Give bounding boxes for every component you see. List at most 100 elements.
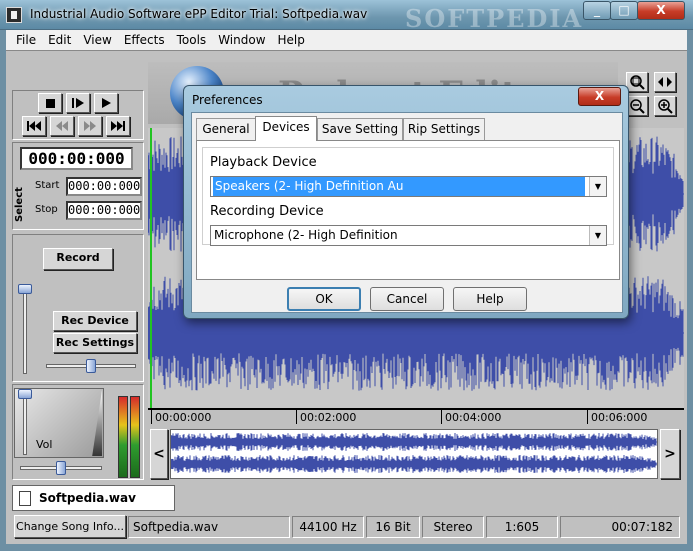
volume-slider-track xyxy=(23,393,27,455)
go-end-icon xyxy=(111,121,125,131)
status-bar: Change Song Info... Softpedia.wav 44100 … xyxy=(6,512,687,542)
status-duration: 00:07:182 xyxy=(560,516,680,538)
tab-save-setting[interactable]: Save Setting xyxy=(317,118,403,140)
zoom-fit-button[interactable] xyxy=(626,72,648,92)
go-start-icon xyxy=(27,121,41,131)
start-time-field[interactable]: 000:00:000 xyxy=(66,177,142,196)
play-button[interactable] xyxy=(94,93,118,113)
chevron-down-icon[interactable]: ▼ xyxy=(589,177,606,196)
menu-edit[interactable]: Edit xyxy=(42,33,77,47)
app-icon[interactable] xyxy=(6,7,22,23)
ruler-tick-label: 00:02:000 xyxy=(300,411,357,424)
tab-general[interactable]: General xyxy=(196,118,256,140)
tab-devices[interactable]: Devices xyxy=(255,116,317,141)
help-button[interactable]: Help xyxy=(453,287,527,311)
maximize-button[interactable]: □ xyxy=(610,1,638,20)
rewind-icon xyxy=(56,121,68,131)
zoom-in-button[interactable] xyxy=(654,96,676,116)
select-label: Select xyxy=(14,187,25,222)
file-tab-label: Softpedia.wav xyxy=(39,491,136,505)
go-end-button[interactable] xyxy=(106,116,130,136)
window-title: Industrial Audio Software ePP Editor Tri… xyxy=(30,7,368,21)
status-sample-rate: 44100 Hz xyxy=(292,516,364,538)
menu-tools[interactable]: Tools xyxy=(171,33,213,47)
menu-view[interactable]: View xyxy=(77,33,117,47)
recording-device-label: Recording Device xyxy=(210,204,324,219)
change-song-info-button[interactable]: Change Song Info... xyxy=(14,515,126,538)
overview-scroll-left-button[interactable]: < xyxy=(150,429,168,479)
ruler-line xyxy=(148,408,684,410)
file-tab[interactable]: Softpedia.wav xyxy=(12,485,175,511)
playback-device-value: Speakers (2- High Definition Au xyxy=(213,177,585,196)
ruler-tick xyxy=(296,410,297,424)
current-time-display: 000:00:000 xyxy=(20,147,133,170)
stop-time-field[interactable]: 000:00:000 xyxy=(66,201,142,220)
menu-window[interactable]: Window xyxy=(212,33,271,47)
rec-device-button[interactable]: Rec Device xyxy=(53,311,137,331)
ruler-tick-label: 00:00:000 xyxy=(155,411,212,424)
vol-label: Vol xyxy=(36,438,53,451)
time-ruler: 00:00:000 00:02:000 00:04:000 00:06:000 xyxy=(148,408,684,426)
vu-meter-left xyxy=(118,396,128,478)
rec-settings-button[interactable]: Rec Settings xyxy=(53,333,137,353)
stop-button[interactable] xyxy=(38,93,62,113)
status-ratio: 1:605 xyxy=(486,516,558,538)
play-pause-button[interactable] xyxy=(66,93,90,113)
playback-device-label: Playback Device xyxy=(210,155,317,170)
devices-tab-page: Playback Device Speakers (2- High Defini… xyxy=(196,140,620,280)
rewind-button[interactable] xyxy=(50,116,74,136)
volume-slider[interactable] xyxy=(18,389,32,399)
go-start-button[interactable] xyxy=(22,116,46,136)
preferences-dialog: Preferences X General Devices Save Setti… xyxy=(183,85,629,319)
menu-file[interactable]: File xyxy=(10,33,42,47)
ruler-tick xyxy=(587,410,588,424)
left-right-arrows-icon xyxy=(658,77,672,87)
tab-rip-settings[interactable]: Rip Settings xyxy=(403,118,485,140)
zoom-fit-icon xyxy=(630,75,645,90)
menu-bar: File Edit View Effects Tools Window Help xyxy=(6,30,687,50)
overview-waveform-panel[interactable] xyxy=(170,429,658,479)
fast-forward-button[interactable] xyxy=(78,116,102,136)
menu-effects[interactable]: Effects xyxy=(118,33,171,47)
dialog-body: General Devices Save Setting Rip Setting… xyxy=(191,112,623,313)
record-level-slider[interactable] xyxy=(18,284,32,294)
ok-button[interactable]: OK xyxy=(287,287,361,311)
playhead-cursor[interactable] xyxy=(150,128,152,408)
vu-meter-right xyxy=(130,396,140,478)
recording-device-value: Microphone (2- High Definition xyxy=(214,228,398,242)
play-pause-icon xyxy=(72,98,84,108)
ruler-tick-label: 00:06:000 xyxy=(591,411,648,424)
zoom-out-icon xyxy=(630,99,645,114)
playback-device-select[interactable]: Speakers (2- High Definition Au ▼ xyxy=(210,176,607,197)
cancel-button[interactable]: Cancel xyxy=(370,287,444,311)
ruler-tick xyxy=(441,410,442,424)
dialog-title: Preferences xyxy=(192,93,263,107)
stop-icon xyxy=(45,98,55,108)
menu-help[interactable]: Help xyxy=(272,33,311,47)
zoom-out-button[interactable] xyxy=(626,96,648,116)
chevron-down-icon[interactable]: ▼ xyxy=(589,226,606,245)
document-icon xyxy=(19,490,31,506)
recording-device-select[interactable]: Microphone (2- High Definition ▼ xyxy=(210,225,607,246)
dialog-close-button[interactable]: X xyxy=(578,87,621,106)
scroll-arrows-button[interactable] xyxy=(654,72,676,92)
status-bit-depth: 16 Bit xyxy=(366,516,420,538)
close-button[interactable]: X xyxy=(637,1,685,20)
minimize-button[interactable]: _ xyxy=(583,1,611,20)
record-button[interactable]: Record xyxy=(43,248,113,270)
overview-scroll-right-button[interactable]: > xyxy=(660,429,680,479)
record-level-slider-track xyxy=(23,286,27,374)
rec-balance-slider[interactable] xyxy=(86,359,96,373)
fast-forward-icon xyxy=(84,121,96,131)
status-channels: Stereo xyxy=(422,516,484,538)
watermark-logo: SOFTPEDIA xyxy=(405,4,584,33)
ruler-tick xyxy=(151,410,152,424)
stop-label: Stop xyxy=(35,204,58,215)
overview-waveform xyxy=(171,433,657,473)
title-bar: Industrial Audio Software ePP Editor Tri… xyxy=(0,0,693,33)
play-icon xyxy=(102,98,111,108)
zoom-in-icon xyxy=(658,99,673,114)
overview-strip: < > xyxy=(148,428,684,480)
status-filename: Softpedia.wav xyxy=(128,516,290,538)
pan-slider[interactable] xyxy=(56,461,66,475)
